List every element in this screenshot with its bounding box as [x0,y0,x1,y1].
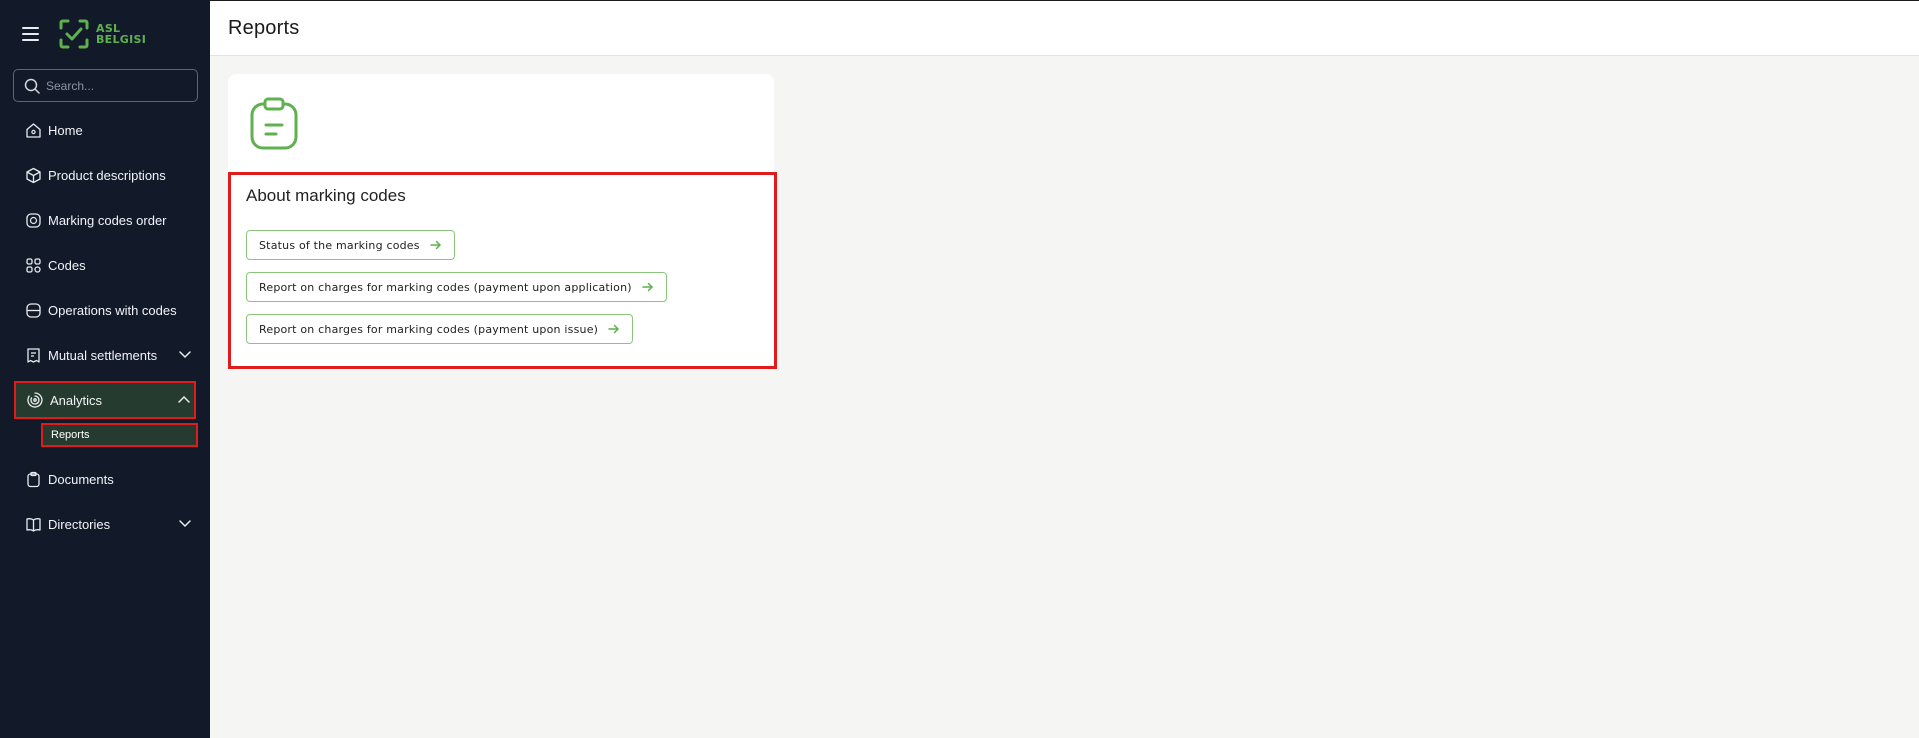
status-of-marking-codes-button[interactable]: Status of the marking codes [246,230,455,260]
sidebar-item-operations-with-codes[interactable]: Operations with codes [0,288,210,333]
operations-icon [24,302,42,320]
receipt-icon [24,347,42,365]
sidebar-item-label: Home [48,123,83,138]
sidebar-item-home[interactable]: Home [0,108,210,153]
link-button-label: Report on charges for marking codes (pay… [259,322,599,336]
page-header: Reports [210,0,1919,56]
marking-codes-section: About marking codes Status of the markin… [228,172,777,369]
sidebar-item-label: Product descriptions [48,168,166,183]
sidebar-nav: Home Product descriptions Marking codes … [0,108,210,547]
logo-text: ASL BELGISI [96,22,147,46]
report-card: About marking codes Status of the markin… [228,74,777,370]
search-icon [24,78,40,94]
sidebar-item-directories[interactable]: Directories [0,502,210,547]
sidebar-item-label: Documents [48,472,114,487]
search-box[interactable] [13,69,198,102]
sidebar-header: ASL BELGISI [0,0,210,68]
sidebar-item-label: Operations with codes [48,303,177,318]
code-order-icon [24,212,42,230]
sidebar-item-analytics[interactable]: Analytics [14,381,196,419]
sidebar-item-label: Codes [48,258,86,273]
link-button-label: Report on charges for marking codes (pay… [259,280,632,294]
sidebar-item-label: Marking codes order [48,213,167,228]
sidebar-item-marking-codes-order[interactable]: Marking codes order [0,198,210,243]
chevron-up-icon[interactable] [177,393,191,410]
logo-icon [59,19,89,49]
menu-icon[interactable] [22,23,44,45]
charges-payment-upon-application-button[interactable]: Report on charges for marking codes (pay… [246,272,667,302]
sidebar-subitem-label: Reports [51,429,90,441]
sidebar-item-mutual-settlements[interactable]: Mutual settlements [0,333,210,378]
sidebar-item-label: Mutual settlements [48,348,158,363]
sidebar-subitem-reports[interactable]: Reports [41,423,198,447]
box-icon [24,167,42,185]
sidebar-item-label: Directories [48,517,111,532]
sidebar-item-product-descriptions[interactable]: Product descriptions [0,153,210,198]
section-title: About marking codes [246,186,406,205]
arrow-right-icon [608,324,620,334]
clipboard-icon [248,96,300,157]
logo[interactable]: ASL BELGISI [58,18,146,50]
qr-codes-icon [24,257,42,275]
clipboard-icon [24,471,42,489]
home-icon [24,122,42,140]
arrow-right-icon [429,240,442,250]
analytics-icon [26,391,44,409]
book-icon [24,516,42,534]
search-input[interactable] [46,78,186,93]
charges-payment-upon-issue-button[interactable]: Report on charges for marking codes (pay… [246,314,634,344]
page-title: Reports [228,16,300,39]
sidebar-item-documents[interactable]: Documents [0,457,210,502]
sidebar-item-label: Analytics [50,392,103,408]
sidebar-item-codes[interactable]: Codes [0,243,210,288]
arrow-right-icon [642,282,654,292]
chevron-down-icon[interactable] [178,347,192,364]
sidebar: ASL BELGISI Home Product descriptions [0,0,210,738]
link-button-label: Status of the marking codes [259,238,420,252]
chevron-down-icon[interactable] [178,516,192,533]
